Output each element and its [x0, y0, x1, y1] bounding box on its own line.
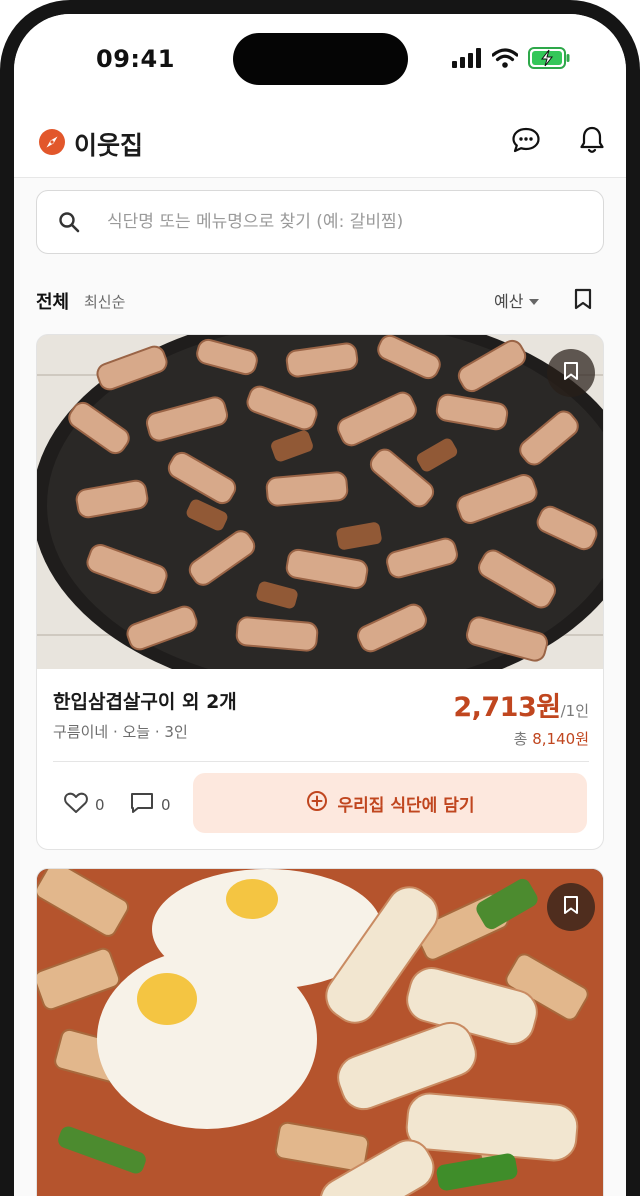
budget-filter-button[interactable]: 예산: [494, 288, 540, 312]
like-button[interactable]: 0: [63, 791, 105, 819]
comment-count: 0: [161, 796, 171, 814]
price-unit: /1인: [560, 702, 589, 720]
search-input[interactable]: [107, 202, 603, 242]
search-icon: [37, 190, 101, 254]
search-bar[interactable]: [36, 190, 604, 254]
bookmark-icon: [574, 288, 592, 314]
recipe-card[interactable]: [36, 868, 604, 1196]
card-bookmark-button[interactable]: [547, 349, 595, 397]
notification-button[interactable]: [570, 120, 614, 164]
price-per-person: 2,713원/1인: [453, 685, 589, 724]
like-count: 0: [95, 796, 105, 814]
app-logo[interactable]: 이웃집: [38, 126, 143, 162]
compass-logo-icon: [38, 128, 66, 160]
category-all-label[interactable]: 전체: [36, 288, 69, 314]
heart-icon: [63, 791, 89, 819]
comment-button[interactable]: 0: [129, 791, 171, 819]
caret-down-icon: [529, 291, 540, 310]
status-time: 09:41: [96, 45, 175, 73]
bookmark-icon: [563, 361, 579, 385]
device-frame: 09:41 이웃집 식단명 또는 메뉴명으로 찾기 (예: 갈비찜) 전체 최신…: [0, 0, 640, 1196]
status-icons: [452, 47, 570, 73]
chat-bubble-icon: [511, 126, 541, 158]
sort-option[interactable]: 최신순: [84, 291, 125, 312]
app-header: 이웃집: [14, 106, 626, 178]
status-bar: 09:41: [14, 14, 626, 106]
food-photo[interactable]: [37, 869, 603, 1196]
budget-filter-label: 예산: [494, 292, 524, 311]
plus-circle-icon: [306, 790, 328, 817]
recipe-card[interactable]: 한입삼겹살구이 외 2개 구름이네 · 오늘 · 3인 2,713원/1인 총 …: [36, 334, 604, 850]
card-divider: [53, 761, 589, 762]
card-bookmark-button[interactable]: [547, 883, 595, 931]
total-label: 총: [513, 730, 528, 748]
bookmark-icon: [563, 895, 579, 919]
price-value: 2,713원: [453, 692, 561, 723]
total-price: 총 8,140원: [514, 728, 589, 749]
add-to-meal-plan-button[interactable]: 우리집 식단에 담기: [193, 773, 587, 833]
app-name: 이웃집: [74, 131, 144, 160]
saved-filter-button[interactable]: [568, 286, 598, 316]
comment-icon: [129, 791, 155, 819]
chat-button[interactable]: [504, 120, 548, 164]
add-to-meal-plan-label: 우리집 식단에 담기: [337, 795, 475, 816]
wifi-icon: [491, 48, 519, 72]
cellular-signal-icon: [452, 48, 482, 72]
dynamic-island: [233, 33, 408, 85]
recipe-title[interactable]: 한입삼겹살구이 외 2개: [53, 687, 237, 714]
battery-charging-icon: [528, 47, 570, 73]
screen: 09:41 이웃집 식단명 또는 메뉴명으로 찾기 (예: 갈비찜) 전체 최신…: [14, 14, 626, 1196]
bell-icon: [579, 125, 605, 159]
total-value: 8,140원: [532, 730, 589, 748]
food-photo[interactable]: [37, 335, 603, 669]
filter-row: 전체 최신순 예산: [36, 284, 604, 318]
recipe-meta: 구름이네 · 오늘 · 3인: [53, 723, 188, 741]
